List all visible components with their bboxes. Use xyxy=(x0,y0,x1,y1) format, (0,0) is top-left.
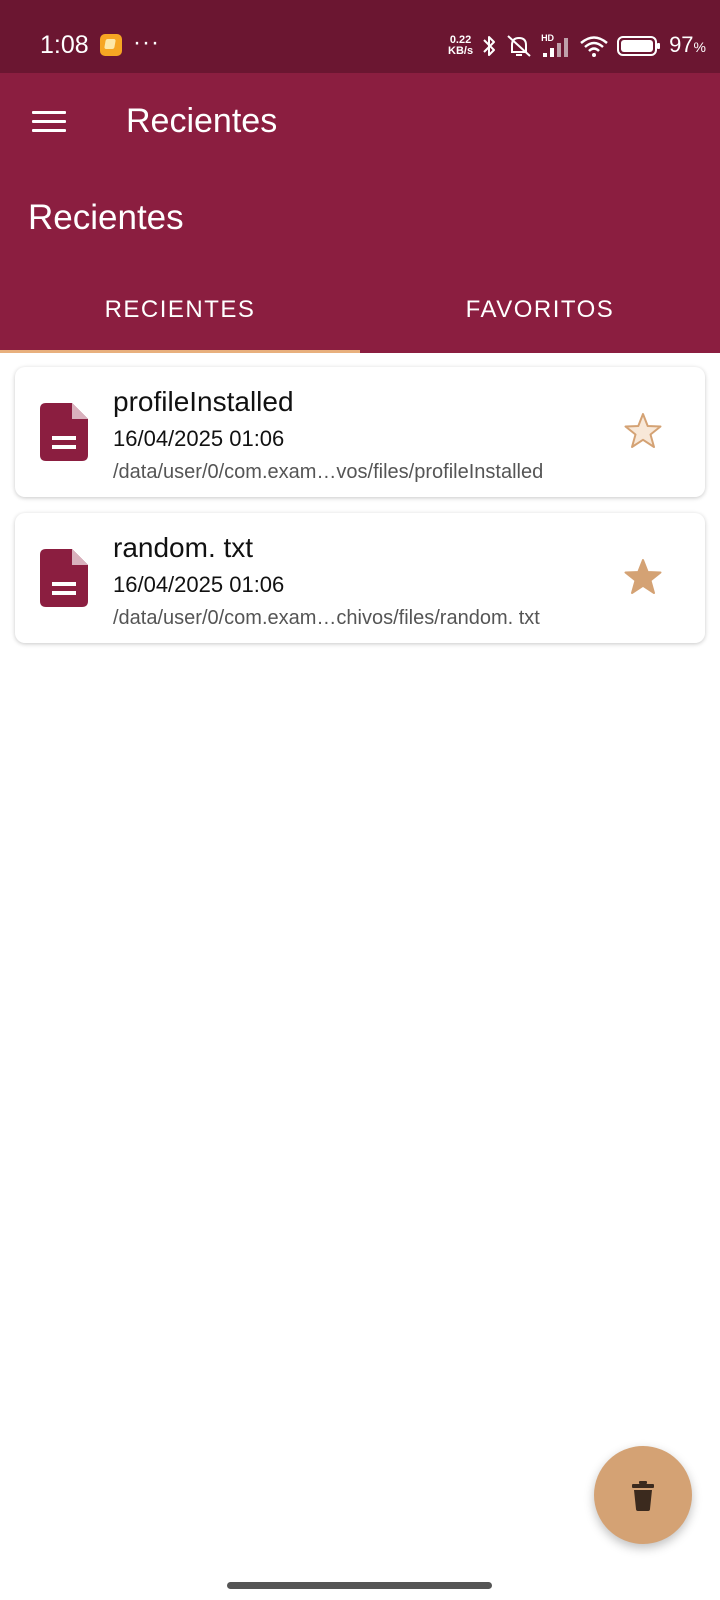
toolbar-title: Recientes xyxy=(126,102,278,140)
tab-bar: RECIENTES FAVORITOS xyxy=(0,278,720,353)
tab-favoritos[interactable]: FAVORITOS xyxy=(360,278,720,353)
status-icons: 0.22 KB/s HD 97% xyxy=(448,30,706,62)
more-notifications-icon: ··· xyxy=(133,29,160,56)
status-time: 1:08 xyxy=(40,31,89,59)
home-indicator[interactable] xyxy=(227,1582,492,1589)
battery-percent-sign: % xyxy=(693,39,706,55)
document-icon xyxy=(40,403,88,461)
menu-icon[interactable] xyxy=(32,109,66,135)
page-title: Recientes xyxy=(28,198,184,237)
app-bar: Recientes Recientes RECIENTES FAVORITOS xyxy=(0,73,720,353)
network-speed: 0.22 KB/s xyxy=(448,35,473,57)
bluetooth-icon xyxy=(483,36,496,56)
file-name: random. txt xyxy=(113,532,254,563)
tab-recientes[interactable]: RECIENTES xyxy=(0,278,360,353)
network-speed-unit: KB/s xyxy=(448,45,474,57)
battery-value: 97 xyxy=(669,32,694,57)
trash-icon xyxy=(632,1481,654,1511)
file-list-item[interactable]: random. txt 16/04/2025 01:06 /data/user/… xyxy=(15,513,705,643)
file-path: /data/user/0/com.exam…chivos/files/rando… xyxy=(113,607,540,629)
signal-icon: HD xyxy=(541,33,571,59)
mute-bell-icon xyxy=(507,35,531,57)
status-bar: 1:08 ··· 0.22 KB/s HD 97% xyxy=(0,0,720,73)
file-name: profileInstalled xyxy=(113,386,294,417)
file-date: 16/04/2025 01:06 xyxy=(113,426,285,451)
star-icon[interactable] xyxy=(623,557,663,597)
wifi-icon xyxy=(580,36,608,57)
delete-fab-button[interactable] xyxy=(594,1446,692,1544)
file-path: /data/user/0/com.exam…vos/files/profileI… xyxy=(113,461,544,483)
battery-icon xyxy=(617,36,661,56)
file-date: 16/04/2025 01:06 xyxy=(113,572,285,597)
star-icon[interactable] xyxy=(623,411,663,451)
document-icon xyxy=(40,549,88,607)
battery-percentage: 97% xyxy=(669,33,706,59)
file-list-item[interactable]: profileInstalled 16/04/2025 01:06 /data/… xyxy=(15,367,705,497)
notification-app-icon xyxy=(100,34,122,56)
